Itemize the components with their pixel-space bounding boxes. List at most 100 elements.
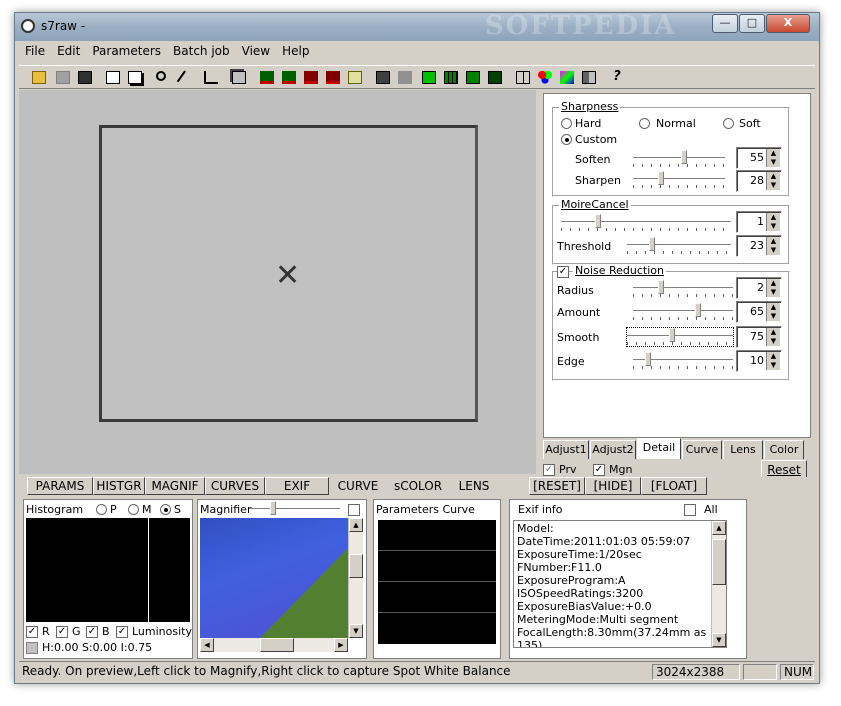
soften-input[interactable]: 55 ▲ ▼ [736,147,782,169]
preview-icon[interactable] [485,68,505,87]
histogram-canvas [26,518,190,622]
magnifier-hscroll[interactable]: ◀ ▶ [200,638,348,652]
image-preview[interactable]: ✕ [19,90,536,474]
save-disabled-icon[interactable] [53,68,73,87]
tab-scolor[interactable]: sCOLOR [387,477,449,495]
tab-exif[interactable]: EXIF [265,477,329,495]
menu-edit[interactable]: Edit [51,43,86,59]
stack-icon[interactable] [229,68,249,87]
s-label: S [174,503,181,516]
normal-radio[interactable] [639,118,650,129]
reset-bracket-button[interactable]: [RESET] [529,477,585,495]
exif-line: ExposureBiasValue:+0.0 [517,600,652,613]
green-square-icon[interactable] [419,68,439,87]
eyedropper-icon[interactable] [176,68,197,87]
edge-slider[interactable] [633,352,733,370]
magnifier-checkbox[interactable] [348,504,360,516]
help-icon[interactable]: ? [607,68,627,87]
tab-histgr[interactable]: HISTGR [93,477,145,495]
soft-radio[interactable] [723,118,734,129]
custom-radio[interactable] [561,134,572,145]
green-grid-icon[interactable] [441,68,461,87]
magnifier-slider[interactable] [250,501,340,519]
tiff16-icon[interactable] [301,68,321,87]
tab-adjust2[interactable]: Adjust2 [590,440,636,459]
menu-view[interactable]: View [236,43,276,59]
tab-curve-flat[interactable]: CURVE [329,477,387,495]
threshold-slider[interactable] [627,237,731,255]
title-bar[interactable]: s7raw - SOFTPEDIA — □ X [15,11,819,41]
params-curve-canvas [378,520,496,644]
s-radio[interactable] [160,504,171,515]
psd8-icon[interactable] [279,68,299,87]
b-checkbox[interactable]: ✓ [86,626,98,638]
exif-list[interactable]: Model: DateTime:2011:01:03 05:59:07 Expo… [513,520,727,648]
color-pick-icon[interactable] [557,68,577,87]
grid-icon[interactable] [513,68,533,87]
histogram-title: Histogram [26,503,84,516]
hide-button[interactable]: [HIDE] [585,477,641,495]
noise-legend: Noise Reduction [573,264,666,277]
copy-icon[interactable] [103,68,123,87]
psd16-icon[interactable] [257,68,277,87]
radius-input[interactable]: 2 ▲ ▼ [736,277,782,299]
menu-parameters[interactable]: Parameters [86,43,167,59]
tab-params[interactable]: PARAMS [27,477,93,495]
m-radio[interactable] [128,504,139,515]
p-label: P [110,503,117,516]
tab-color[interactable]: Color [764,440,804,459]
save-icon[interactable] [75,68,95,87]
zoom-icon[interactable] [153,68,173,87]
rgb-icon[interactable] [535,68,555,87]
amount-slider[interactable] [633,303,733,321]
menu-file[interactable]: File [19,43,51,59]
r-checkbox[interactable]: ✓ [26,626,38,638]
layers-icon[interactable] [373,68,393,87]
tab-lens-flat[interactable]: LENS [449,477,499,495]
sharpen-input[interactable]: 28 ▲ ▼ [736,170,782,192]
edge-input[interactable]: 10 ▲ ▼ [736,350,782,372]
moire-slider[interactable] [561,214,731,232]
tab-curve[interactable]: Curve [682,440,722,459]
tab-curves[interactable]: CURVES [205,477,265,495]
p-radio[interactable] [96,504,107,515]
blank-icon[interactable] [395,68,415,87]
green-quad-icon[interactable] [463,68,483,87]
open-icon[interactable] [29,68,49,87]
close-button[interactable]: X [766,14,810,33]
tiff8-icon[interactable] [323,68,343,87]
radius-slider[interactable] [633,280,733,298]
mgn-checkbox[interactable]: ✓ [593,464,605,476]
tab-magnif[interactable]: MAGNIF [145,477,205,495]
jpeg-icon[interactable] [345,68,365,87]
amount-input[interactable]: 65 ▲ ▼ [736,301,782,323]
minimize-button[interactable]: — [712,14,738,33]
hard-radio[interactable] [561,118,572,129]
menu-help[interactable]: Help [276,43,315,59]
crop-icon[interactable] [201,68,221,87]
sharpen-slider[interactable] [633,171,725,189]
threshold-input[interactable]: 23 ▲ ▼ [736,235,782,257]
moire-input[interactable]: 1 ▲ ▼ [736,211,782,233]
paste-icon[interactable] [125,68,145,87]
exif-all-checkbox[interactable] [684,504,696,516]
prv-checkbox[interactable]: ✓ [543,464,555,476]
tab-detail[interactable]: Detail [637,438,681,459]
luminosity-checkbox[interactable]: ✓ [116,626,128,638]
soften-slider[interactable] [633,150,725,168]
tab-adjust1[interactable]: Adjust1 [543,440,589,459]
exif-vscroll[interactable]: ▲ ▼ [711,521,726,647]
noise-checkbox[interactable]: ✓ [557,266,569,278]
exif-line: FocalLength:8.30mm(37.24mm as 135) [517,626,707,648]
maximize-button[interactable]: □ [739,14,765,33]
smooth-input[interactable]: 75 ▲ ▼ [736,326,782,348]
smooth-slider[interactable] [626,327,734,347]
split-icon[interactable] [579,68,599,87]
tab-lens[interactable]: Lens [723,440,763,459]
magnifier-vscroll[interactable]: ▲ ▼ [348,518,363,638]
detail-panel: Sharpness Hard Normal Soft Custom Soften… [543,93,811,438]
menu-batch-job[interactable]: Batch job [167,43,236,59]
hard-label: Hard [575,117,602,130]
float-button[interactable]: [FLOAT] [641,477,707,495]
g-checkbox[interactable]: ✓ [56,626,68,638]
